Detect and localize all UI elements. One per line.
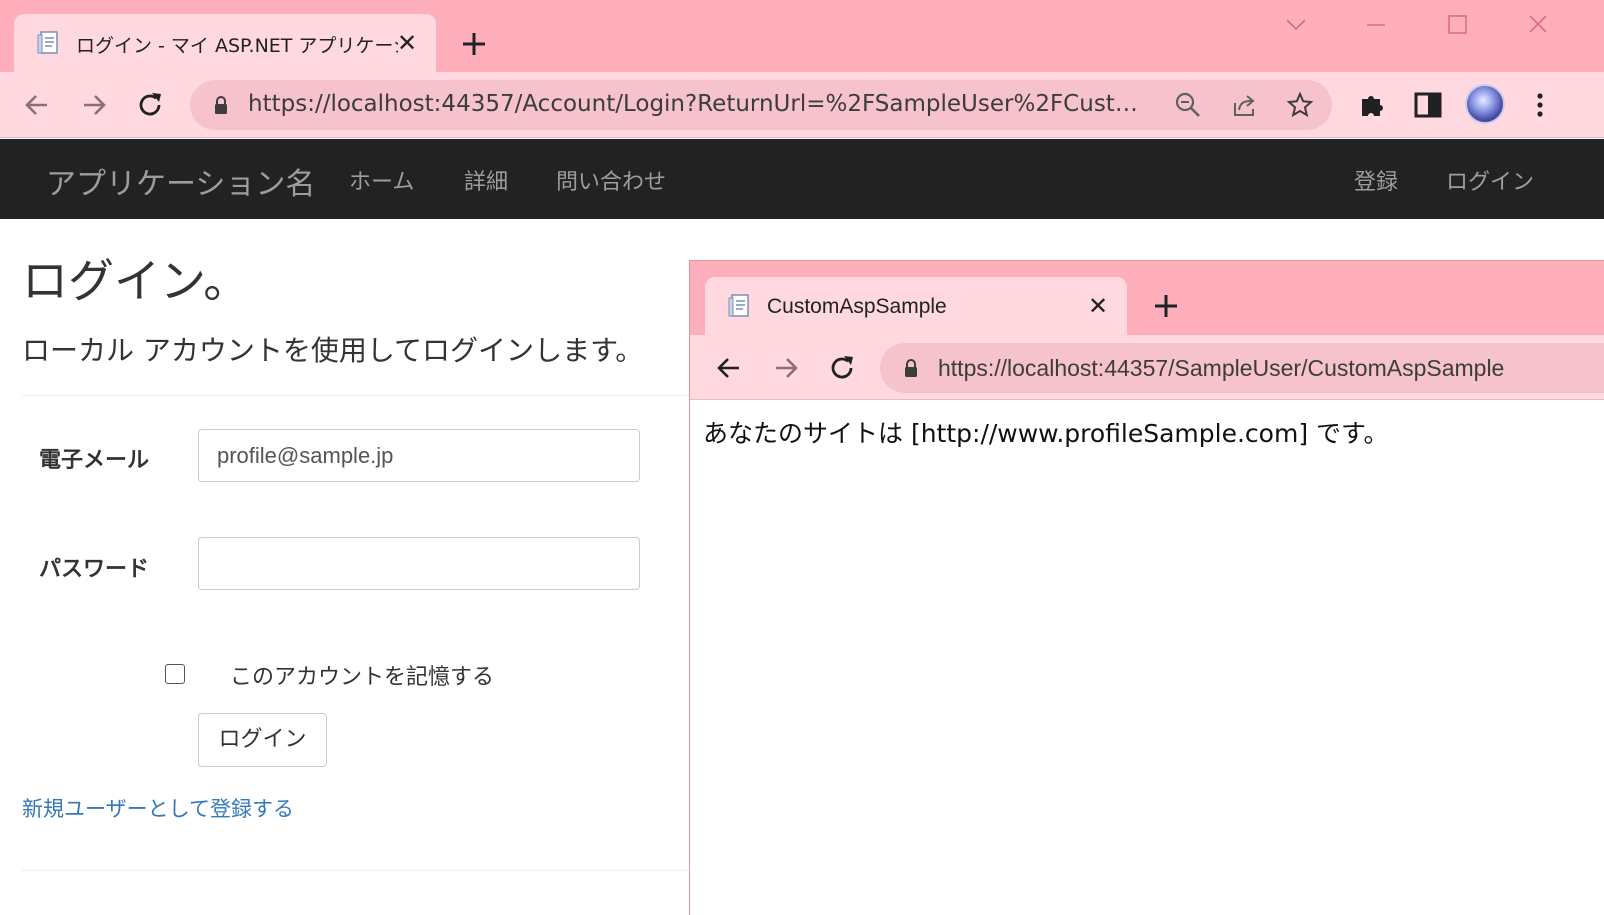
browser-tab-custom-asp-sample[interactable]: CustomAspSample ✕ (705, 277, 1127, 335)
close-icon[interactable]: ✕ (394, 30, 420, 56)
page-subtitle: ローカル アカウントを使用してログインします。 (22, 334, 644, 367)
page-title: ログイン。 (22, 254, 250, 308)
email-field[interactable] (198, 429, 640, 482)
login-button[interactable]: ログイン (198, 713, 327, 767)
minimize-icon[interactable] (1356, 8, 1396, 42)
divider (22, 395, 702, 396)
site-navbar: アプリケーション名 ホーム 詳細 問い合わせ 登録 ログイン (0, 139, 1604, 219)
maximize-icon[interactable] (1437, 8, 1477, 42)
star-icon[interactable] (1286, 91, 1314, 119)
url-text[interactable]: https://localhost:44357/SampleUser/Custo… (938, 355, 1504, 382)
close-icon[interactable]: ✕ (1085, 293, 1111, 319)
site-message: あなたのサイトは [http://www.profileSample.com] … (703, 419, 1389, 448)
window-close-icon[interactable] (1518, 8, 1558, 42)
forward-arrow-icon[interactable] (770, 352, 802, 384)
address-bar[interactable]: https://localhost:44357/SampleUser/Custo… (880, 343, 1604, 393)
nav-item-home[interactable]: ホーム (349, 164, 414, 196)
back-arrow-icon[interactable] (21, 89, 53, 121)
plus-icon[interactable] (458, 28, 490, 60)
more-vert-icon[interactable] (1524, 89, 1556, 121)
tab-title: CustomAspSample (767, 295, 947, 318)
browser-tab-login[interactable]: ログイン - マイ ASP.NET アプリケーション ✕ (14, 14, 436, 72)
side-panel-icon[interactable] (1412, 89, 1444, 121)
nav-item-register[interactable]: 登録 (1354, 164, 1398, 196)
second-browser-window: CustomAspSample ✕ https://localhost:4435… (689, 260, 1604, 915)
forward-arrow-icon[interactable] (78, 89, 110, 121)
nav-item-contact[interactable]: 問い合わせ (556, 164, 666, 196)
puzzle-icon[interactable] (1356, 89, 1388, 121)
lock-icon[interactable] (900, 357, 922, 379)
chevron-down-icon[interactable] (1276, 8, 1316, 42)
share-icon[interactable] (1230, 91, 1258, 119)
remember-me-label[interactable]: このアカウントを記憶する (230, 659, 494, 691)
brand-link[interactable]: アプリケーション名 (46, 159, 315, 203)
divider (22, 870, 702, 871)
lock-icon[interactable] (210, 94, 232, 116)
browser-toolbar: https://localhost:44357/Account/Login?Re… (0, 72, 1604, 138)
plus-icon[interactable] (1150, 290, 1182, 322)
reload-icon[interactable] (826, 352, 858, 384)
remember-me-checkbox[interactable] (165, 664, 185, 684)
password-label: パスワード (39, 557, 150, 582)
tab-strip: ログイン - マイ ASP.NET アプリケーション ✕ (0, 0, 1604, 72)
reload-icon[interactable] (134, 89, 166, 121)
nav-item-login[interactable]: ログイン (1446, 164, 1534, 196)
avatar[interactable] (1465, 84, 1505, 124)
url-text[interactable]: https://localhost:44357/Account/Login?Re… (248, 91, 1148, 117)
back-arrow-icon[interactable] (713, 352, 745, 384)
page-content: あなたのサイトは [http://www.profileSample.com] … (690, 400, 1604, 915)
tab-title: ログイン - マイ ASP.NET アプリケーション (76, 35, 398, 57)
page-favicon (37, 31, 58, 54)
tab-strip: CustomAspSample ✕ (690, 261, 1604, 335)
nav-item-about[interactable]: 詳細 (464, 164, 508, 196)
password-field[interactable] (198, 537, 640, 590)
page-favicon (728, 294, 749, 317)
zoom-out-icon[interactable] (1174, 91, 1202, 119)
register-link[interactable]: 新規ユーザーとして登録する (22, 793, 294, 823)
address-bar[interactable]: https://localhost:44357/Account/Login?Re… (190, 80, 1332, 130)
browser-toolbar: https://localhost:44357/SampleUser/Custo… (690, 335, 1604, 400)
email-label: 電子メール (39, 448, 150, 473)
